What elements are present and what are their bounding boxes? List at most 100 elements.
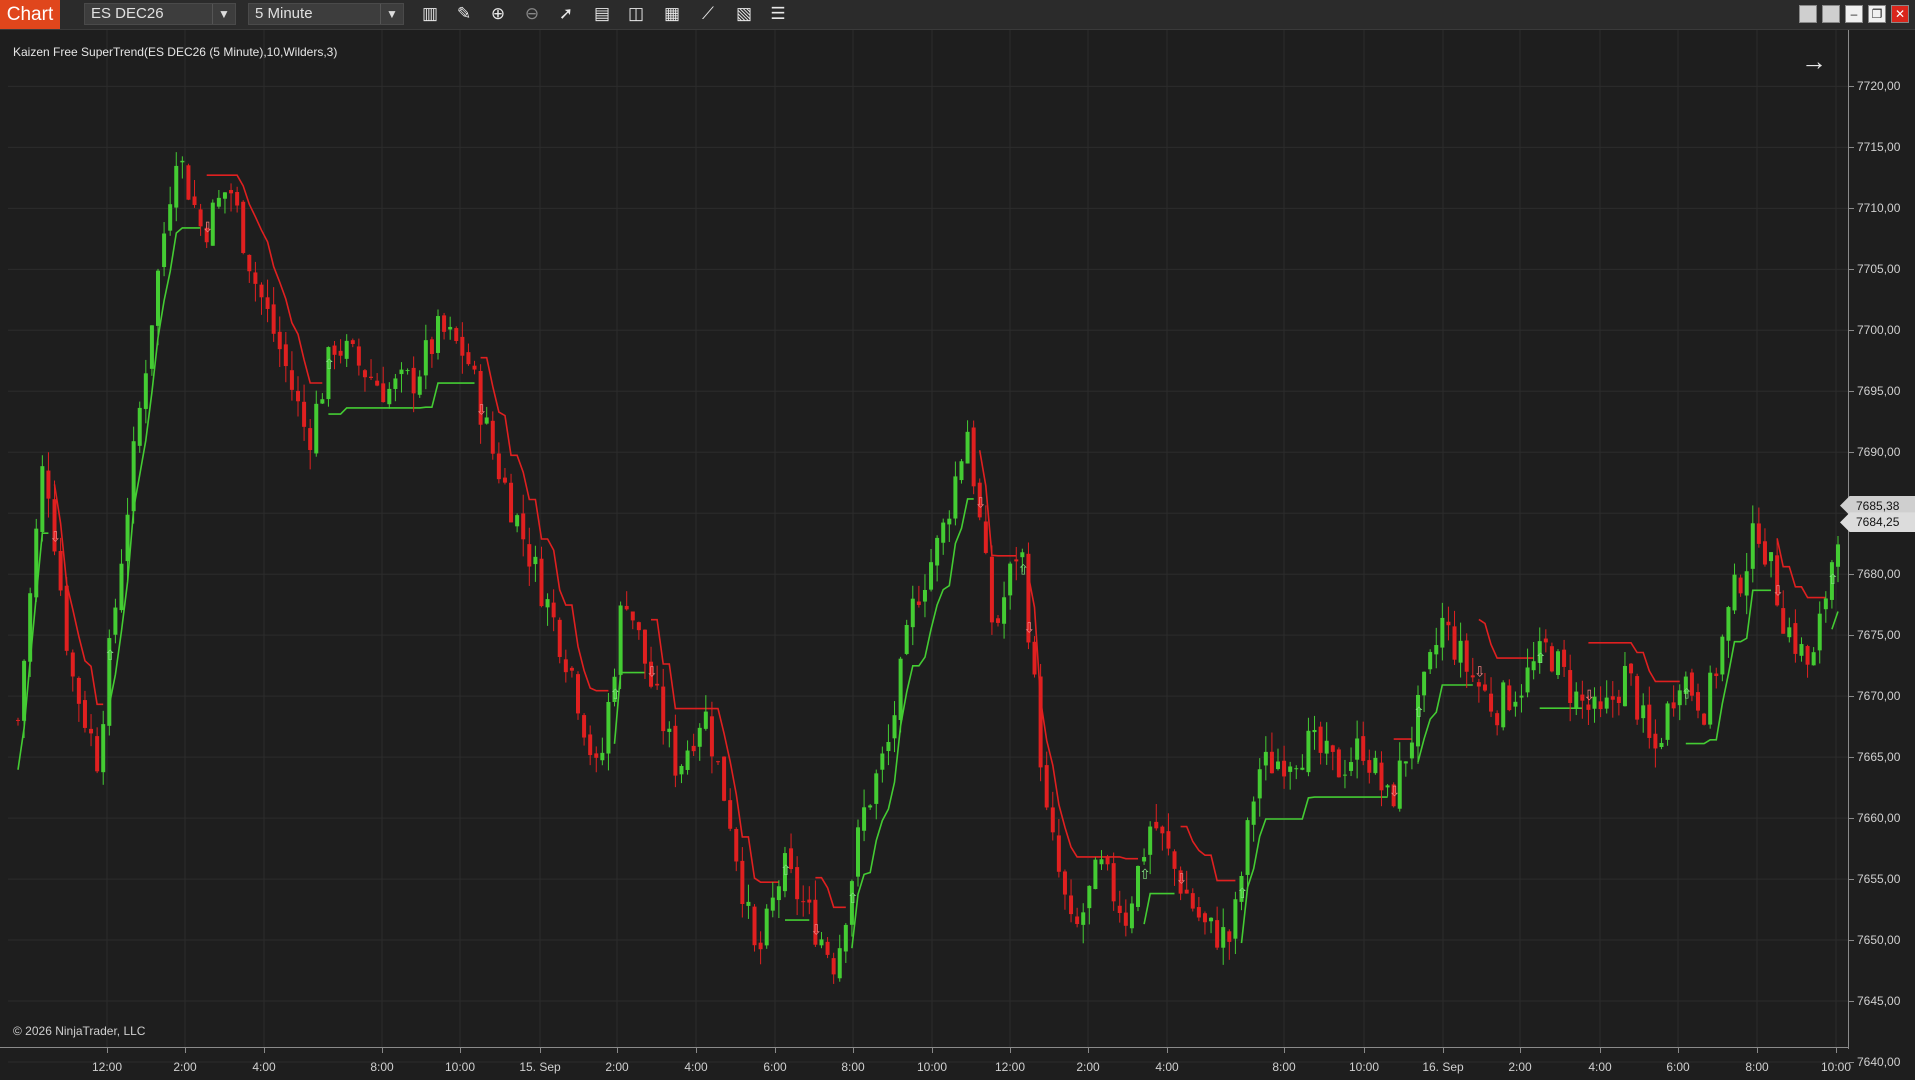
buy-arrow-icon: ⇧ [1236,886,1248,902]
candle-body [1227,931,1232,942]
arrow-right-icon[interactable]: → [1801,48,1827,74]
candle-body [137,407,142,446]
float-icon[interactable] [1822,5,1840,23]
candle-body [856,827,860,877]
chart-trader-icon[interactable]: ▧ [732,3,756,25]
bar-type-icon[interactable]: ▥ [418,3,442,25]
candle-body [454,328,459,342]
candle-body [691,745,696,752]
candle-body [1787,627,1792,638]
candle-body [1811,652,1816,666]
candle-body [606,701,611,754]
price-tick-mark [1849,1001,1854,1003]
time-tick-mark [107,1048,108,1053]
candle-body [472,365,477,370]
candle-body [1324,740,1329,754]
candle-body [1373,757,1378,774]
candle-body [222,192,227,199]
interval-selector[interactable]: 5 Minute ▼ [248,3,404,25]
strategies-icon[interactable]: ▦ [660,3,684,25]
data-box-icon[interactable]: ▤ [590,3,614,25]
candle-body [722,756,727,801]
indicators-icon[interactable]: ☰ [766,3,790,25]
indicator-label: Kaizen Free SuperTrend(ES DEC26 (5 Minut… [13,45,338,59]
buy-arrow-icon: ⇧ [1827,572,1839,588]
zoom-in-icon[interactable]: ⊕ [486,3,510,25]
time-tick-label: 8:00 [1272,1060,1296,1074]
candle-body [1020,552,1025,558]
chart-tab[interactable]: Chart [0,0,60,29]
candle-body [545,599,550,608]
candle-body [807,899,812,903]
candle-body [1574,691,1579,708]
candle-body [569,667,574,671]
candle-body [1184,889,1189,894]
candle-body [174,165,179,208]
time-tick-mark [617,1048,618,1053]
candle-body [1294,768,1299,770]
candle-body [1665,703,1670,740]
candle-body [296,390,300,402]
supertrend-segment [53,484,104,706]
time-tick-mark [853,1048,854,1053]
buy-arrow-icon: ⇧ [1413,705,1425,721]
sell-arrow-icon: ⇩ [1772,583,1784,599]
candle-body [734,829,739,862]
properties-icon[interactable]: ◫ [624,3,648,25]
candle-body [843,924,848,952]
sell-arrow-icon: ⇩ [202,220,214,236]
candle-body [1513,701,1518,707]
candle-body [399,369,404,375]
candle-body [965,431,970,464]
price-tick-mark [1849,208,1854,210]
candle-body [1056,835,1061,872]
price-axis[interactable]: 7720,00 7715,00 7710,00 7705,00 7700,00 7695,… [1848,30,1915,1069]
tile-icon[interactable] [1799,5,1817,23]
candle-body [28,593,33,662]
time-tick-label: 10:00 [1820,1060,1852,1074]
time-tick-label: 8:00 [1745,1060,1769,1074]
candle-body [131,441,136,512]
candle-body [1714,673,1719,677]
candle-body [1817,613,1822,651]
sell-arrow-icon: ⇩ [50,529,62,545]
candle-body [369,376,374,378]
drawing-tools-icon[interactable]: ⟋ [696,3,720,25]
time-tick-label: 4:00 [1155,1060,1179,1074]
time-tick-label: 6:00 [1666,1060,1690,1074]
candle-body [1696,692,1700,711]
candle-body [819,939,824,946]
time-axis[interactable]: 12:00 2:00 4:00 8:00 10:00 15. Sep 2:00 4:00 6:0… [0,1047,1852,1080]
close-icon[interactable]: ✕ [1891,5,1909,23]
minimize-icon[interactable]: – [1845,5,1863,23]
candle-body [1440,617,1445,648]
candle-body [1336,749,1341,778]
time-tick-mark [1284,1048,1285,1053]
buy-arrow-icon: ⇧ [323,357,335,373]
candle-body [1586,704,1591,710]
chevron-down-icon[interactable]: ▼ [212,4,235,24]
candle-body [728,800,733,829]
price-tick-mark [1849,269,1854,271]
time-tick-mark [1010,1048,1011,1053]
zoom-out-icon[interactable]: ⊖ [520,3,544,25]
candle-body [1032,641,1037,675]
candle-body [1836,544,1840,567]
price-chart-plot[interactable]: ⇩ ⇧ ⇩ ⇧ ⇩ ⇧ ⇩ ⇧ ⇩ ⇧ ⇩ ⇧ ⇩ ⇧ ⇩ ⇧ ⇩ ⇧ ⇩ ⇧ ⇩ ⇧ ⇩ ⇧ [0,30,1848,1079]
pencil-draw-icon[interactable]: ✎ [452,3,476,25]
candle-body [338,350,343,356]
candle-body [764,908,769,946]
candle-body [868,805,873,808]
candle-body [22,660,27,721]
price-tick-label: 7645,00 [1857,994,1901,1009]
instrument-selector[interactable]: ES DEC26 ▼ [84,3,236,25]
candle-body [1568,670,1573,703]
chevron-down-icon[interactable]: ▼ [380,4,403,24]
maximize-icon[interactable]: ❐ [1868,5,1886,23]
supertrend-segment [1588,641,1680,683]
candle-body [673,725,678,776]
candle-body [350,340,355,344]
candle-body [527,544,532,567]
candle-body [1726,607,1731,641]
pointer-icon[interactable]: ➚ [554,3,578,25]
